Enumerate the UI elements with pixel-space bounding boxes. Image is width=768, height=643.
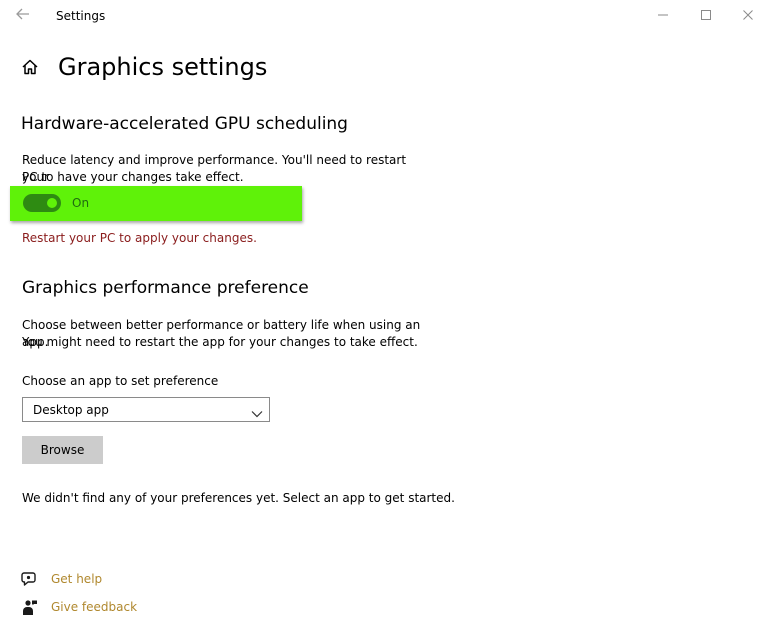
back-arrow-icon[interactable] — [12, 7, 34, 25]
app-type-selected-value: Desktop app — [33, 403, 109, 417]
close-icon[interactable] — [735, 4, 761, 26]
gpu-scheduling-description-line2: PC to have your changes take effect. — [22, 170, 244, 184]
get-help-row[interactable]: Get help — [20, 569, 102, 589]
toggle-highlight: On — [10, 186, 302, 221]
page-header: Graphics settings — [20, 50, 267, 84]
browse-button[interactable]: Browse — [22, 436, 103, 464]
give-feedback-row[interactable]: Give feedback — [20, 597, 137, 617]
window-title: Settings — [56, 9, 106, 23]
no-preferences-message: We didn't find any of your preferences y… — [22, 491, 455, 505]
chevron-down-icon — [251, 404, 263, 418]
give-feedback-link[interactable]: Give feedback — [51, 599, 137, 616]
get-help-link[interactable]: Get help — [51, 571, 102, 588]
app-select-label: Choose an app to set preference — [22, 374, 219, 388]
title-bar: Settings — [0, 0, 768, 32]
feedback-person-icon — [20, 598, 38, 616]
gpu-scheduling-title: Hardware-accelerated GPU scheduling — [21, 114, 348, 134]
app-type-dropdown[interactable]: Desktop app — [22, 397, 270, 422]
performance-preference-title: Graphics performance preference — [22, 278, 309, 298]
performance-description-line2: You might need to restart the app for yo… — [22, 335, 418, 349]
minimize-icon[interactable] — [650, 4, 676, 26]
maximize-icon[interactable] — [693, 4, 719, 26]
settings-window: Settings Graphics settings Hardware-acce… — [0, 0, 768, 643]
gpu-scheduling-toggle[interactable] — [23, 194, 61, 212]
home-icon[interactable] — [20, 57, 40, 77]
toggle-knob — [47, 198, 57, 208]
page-title: Graphics settings — [58, 53, 268, 81]
toggle-state-label: On — [72, 196, 90, 210]
chat-help-icon — [20, 570, 38, 588]
restart-message: Restart your PC to apply your changes. — [22, 231, 257, 245]
